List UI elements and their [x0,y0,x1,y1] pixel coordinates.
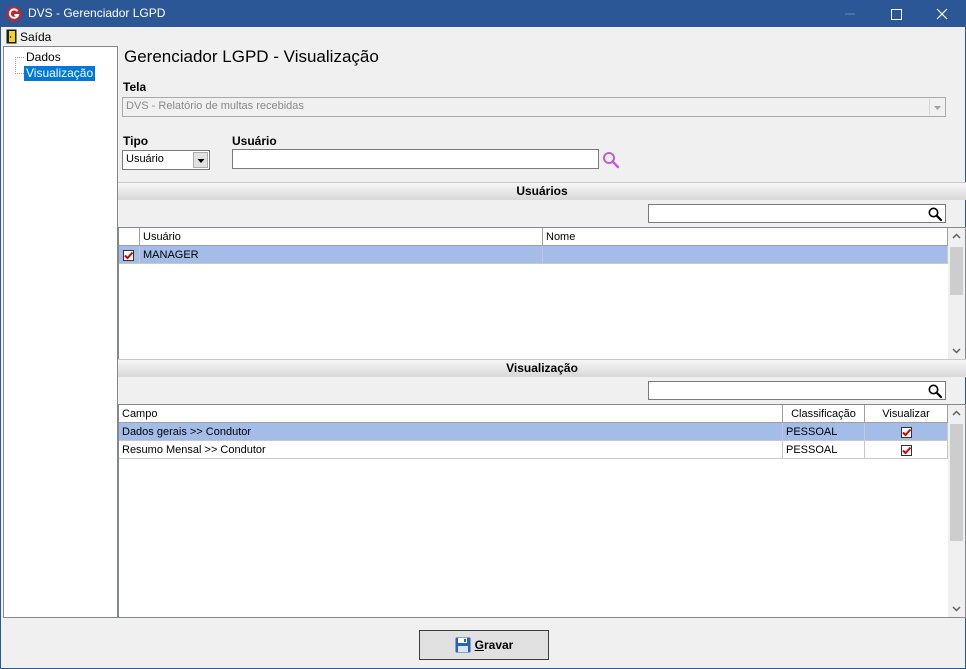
tree-connector [15,73,24,74]
page-title: Gerenciador LGPD - Visualização [124,47,379,66]
type-label: Tipo [123,134,149,148]
chevron-up-icon [952,410,961,416]
chevron-down-icon [197,159,205,163]
minimize-button[interactable] [827,1,873,27]
checkmark-icon [124,251,134,260]
screen-select-value: DVS - Relatório de multas recebidas [126,100,304,112]
tree-item-dados[interactable]: Dados [4,50,114,74]
user-search-button[interactable] [601,150,621,170]
view-grid: Campo Classificação Visualizar Dados ger… [118,404,966,618]
maximize-button[interactable] [873,1,919,27]
view-row-visible-cell[interactable] [865,423,948,441]
view-filter-input[interactable] [648,381,946,400]
users-grid: Usuário Nome MANAGER [118,227,966,360]
type-select-value: Usuário [126,153,164,165]
search-icon[interactable] [927,383,943,399]
users-grid-header: Usuário Nome [119,228,948,246]
exit-menu-item[interactable]: Saída [4,28,53,45]
floppy-disk-icon [455,637,471,653]
table-row[interactable]: MANAGER [119,246,948,264]
chevron-down-icon [952,606,961,612]
users-grid-col-name[interactable]: Nome [543,228,948,246]
view-grid-col-classification[interactable]: Classificação [783,405,865,423]
users-section-header: Usuários [118,182,966,200]
user-input[interactable] [232,149,599,169]
save-button[interactable]: Gravar [419,630,549,660]
users-grid-checkbox-header[interactable] [119,228,140,246]
users-section-title: Usuários [516,184,568,198]
scroll-thumb[interactable] [950,247,963,295]
tree-item-label: Dados [26,50,61,64]
users-grid-col-user[interactable]: Usuário [140,228,543,246]
view-row-classification: PESSOAL [783,423,865,441]
minimize-icon [845,13,855,15]
scroll-up-button[interactable] [948,405,965,422]
view-row-visible-cell[interactable] [865,441,948,459]
view-grid-header: Campo Classificação Visualizar [119,405,948,423]
chevron-down-icon [934,106,941,110]
title-bar: DVS - Gerenciador LGPD [1,1,965,27]
view-section-title: Visualização [506,361,578,375]
view-row-visible-checkbox[interactable] [900,426,912,438]
view-grid-col-visible[interactable]: Visualizar [865,405,948,423]
scroll-thumb[interactable] [950,424,963,541]
type-select-arrow[interactable] [193,152,208,168]
users-grid-scrollbar[interactable] [948,228,965,359]
scroll-up-button[interactable] [948,228,965,245]
view-row-field: Resumo Mensal >> Condutor [119,441,783,459]
users-filter-input[interactable] [648,204,946,223]
table-row[interactable]: Resumo Mensal >> Condutor PESSOAL [119,441,948,459]
chevron-up-icon [952,233,961,239]
screen-select-arrow[interactable] [929,99,944,115]
users-row-checkbox[interactable] [123,249,134,261]
checkmark-icon [901,446,911,455]
maximize-icon [891,9,902,20]
view-row-classification: PESSOAL [783,441,865,459]
view-section-header: Visualização [118,359,966,377]
users-row-checkbox-cell[interactable] [119,246,140,264]
screen-select[interactable]: DVS - Relatório de multas recebidas [122,97,946,117]
close-button[interactable] [919,1,965,27]
app-window: DVS - Gerenciador LGPD Saída Dados Visua… [0,0,966,669]
table-row[interactable]: Dados gerais >> Condutor PESSOAL [119,423,948,441]
exit-menu-label: Saída [20,29,52,44]
screen-label: Tela [123,80,147,94]
scroll-down-button[interactable] [948,600,965,617]
search-icon[interactable] [927,206,943,222]
chevron-down-icon [952,348,961,354]
exit-door-icon [6,29,17,44]
search-icon [603,152,620,169]
close-icon [936,8,948,20]
tree-connector [15,57,24,58]
nav-tree: Dados Visualização [3,46,118,618]
tree-item-label: Visualização [24,66,96,81]
app-logo-icon [6,6,22,22]
type-select[interactable]: Usuário [122,150,210,170]
view-grid-col-field[interactable]: Campo [119,405,783,423]
scroll-down-button[interactable] [948,342,965,359]
view-row-visible-checkbox[interactable] [900,444,912,456]
save-button-label: Gravar [474,638,514,652]
view-row-field: Dados gerais >> Condutor [119,423,783,441]
tree-item-visualizacao[interactable]: Visualização [4,66,114,81]
checkmark-icon [901,428,911,437]
user-label: Usuário [232,134,277,148]
view-grid-scrollbar[interactable] [948,405,965,617]
users-row-name [543,246,948,264]
window-title: DVS - Gerenciador LGPD [28,6,166,20]
menu-bar: Saída [1,27,965,46]
users-row-user: MANAGER [140,246,543,264]
